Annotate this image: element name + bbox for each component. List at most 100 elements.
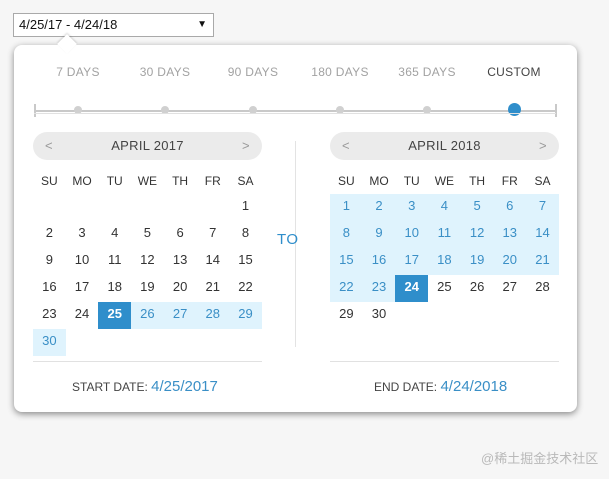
weekday-header: WE xyxy=(137,174,158,188)
day-cell[interactable]: 4 xyxy=(98,221,131,248)
day-cell[interactable]: 27 xyxy=(493,275,526,302)
day-cell[interactable]: 5 xyxy=(460,194,494,221)
weekday-header: SU xyxy=(41,174,58,188)
day-cell[interactable]: 12 xyxy=(460,221,494,248)
day-cell[interactable]: 22 xyxy=(330,275,363,302)
slider-handle-custom[interactable] xyxy=(507,103,521,116)
day-cell[interactable]: 21 xyxy=(526,248,559,275)
day-cell[interactable]: 25 xyxy=(98,302,132,329)
day-cell[interactable]: 15 xyxy=(330,248,363,275)
day-cell[interactable]: 29 xyxy=(229,302,262,329)
day-cell[interactable]: 23 xyxy=(33,302,66,329)
day-cell[interactable]: 22 xyxy=(229,275,262,302)
footer-divider xyxy=(330,361,559,362)
day-cell[interactable]: 17 xyxy=(66,275,99,302)
day-cell[interactable]: 2 xyxy=(362,194,396,221)
day-cell[interactable]: 25 xyxy=(428,275,461,302)
preset-365-days[interactable]: 365 DAYS xyxy=(387,65,467,79)
preset-180-days[interactable]: 180 DAYS xyxy=(300,65,380,79)
popup-caret xyxy=(57,34,77,54)
day-cell[interactable]: 10 xyxy=(395,221,429,248)
prev-month-icon[interactable]: < xyxy=(37,132,61,160)
weekday-header: FR xyxy=(204,174,221,188)
weekday-header: FR xyxy=(501,174,518,188)
day-cell[interactable]: 4 xyxy=(428,194,461,221)
weekday-header: MO xyxy=(369,174,389,188)
day-cell[interactable]: 19 xyxy=(460,248,494,275)
end-date-value: 4/24/2018 xyxy=(440,378,508,395)
weekday-header: TU xyxy=(106,174,123,188)
day-cell[interactable]: 13 xyxy=(164,248,197,275)
next-month-icon[interactable]: > xyxy=(531,132,555,160)
to-label: TO xyxy=(277,231,299,248)
day-cell[interactable]: 6 xyxy=(164,221,197,248)
day-cell[interactable]: 26 xyxy=(461,275,494,302)
day-cell[interactable]: 28 xyxy=(196,302,230,329)
prev-month-icon[interactable]: < xyxy=(334,132,358,160)
empty-day-cell xyxy=(33,194,66,221)
weekday-header: MO xyxy=(72,174,92,188)
next-month-icon[interactable]: > xyxy=(234,132,258,160)
dropdown-arrow-icon[interactable]: ▼ xyxy=(197,14,207,36)
day-cell[interactable]: 2 xyxy=(33,221,66,248)
day-cell[interactable]: 11 xyxy=(428,221,461,248)
day-cell[interactable]: 7 xyxy=(526,194,559,221)
day-cell[interactable]: 12 xyxy=(131,248,164,275)
day-cell[interactable]: 30 xyxy=(33,329,66,356)
end-calendar: < APRIL 2018 > SU MO TU WE TH FR SA 1 2 3 4 5 6 7 8 9 10… xyxy=(330,132,559,329)
day-cell[interactable]: 8 xyxy=(330,221,363,248)
day-cell[interactable]: 26 xyxy=(131,302,164,329)
day-cell[interactable]: 29 xyxy=(330,302,363,329)
day-cell[interactable]: 24 xyxy=(395,275,429,302)
day-cell[interactable]: 28 xyxy=(526,275,559,302)
day-cell[interactable]: 30 xyxy=(363,302,396,329)
day-cell[interactable]: 14 xyxy=(196,248,229,275)
empty-day-cell xyxy=(131,194,164,221)
preset-90-days[interactable]: 90 DAYS xyxy=(213,65,293,79)
day-cell[interactable]: 1 xyxy=(229,194,262,221)
weekday-header: TU xyxy=(403,174,420,188)
empty-day-cell xyxy=(164,194,197,221)
day-cell[interactable]: 15 xyxy=(229,248,262,275)
day-cell[interactable]: 20 xyxy=(493,248,527,275)
calendar-header: < APRIL 2017 > xyxy=(33,132,262,160)
day-cell[interactable]: 16 xyxy=(33,275,66,302)
day-cell[interactable]: 3 xyxy=(395,194,429,221)
weekday-header: SU xyxy=(338,174,355,188)
day-cell[interactable]: 8 xyxy=(229,221,262,248)
day-cell[interactable]: 14 xyxy=(526,221,559,248)
day-cell[interactable]: 18 xyxy=(428,248,461,275)
day-cell[interactable]: 10 xyxy=(66,248,99,275)
weekday-header: SA xyxy=(237,174,254,188)
start-calendar: < APRIL 2017 > SU MO TU WE TH FR SA 1 2 3 4 5 6 7 8 9 10… xyxy=(33,132,262,356)
day-cell[interactable]: 13 xyxy=(493,221,527,248)
day-cell[interactable]: 16 xyxy=(362,248,396,275)
day-cell[interactable]: 6 xyxy=(493,194,527,221)
preset-7-days[interactable]: 7 DAYS xyxy=(38,65,118,79)
day-cell[interactable]: 9 xyxy=(33,248,66,275)
day-cell[interactable]: 19 xyxy=(131,275,164,302)
empty-day-cell xyxy=(98,194,131,221)
day-cell[interactable]: 9 xyxy=(362,221,396,248)
day-cell[interactable]: 23 xyxy=(362,275,396,302)
day-cell[interactable]: 27 xyxy=(163,302,197,329)
preset-30-days[interactable]: 30 DAYS xyxy=(125,65,205,79)
date-range-popup: 7 DAYS 30 DAYS 90 DAYS 180 DAYS 365 DAYS… xyxy=(14,34,577,412)
day-cell[interactable]: 5 xyxy=(131,221,164,248)
end-date-display: END DATE: 4/24/2018 xyxy=(374,378,507,395)
watermark: @稀土掘金技术社区 xyxy=(481,451,599,466)
day-cell[interactable]: 20 xyxy=(164,275,197,302)
date-range-select[interactable]: 4/25/17 - 4/24/18 ▼ xyxy=(13,13,214,37)
day-cell[interactable]: 24 xyxy=(66,302,99,329)
start-date-display: START DATE: 4/25/2017 xyxy=(72,378,218,395)
day-cell[interactable]: 17 xyxy=(395,248,429,275)
preset-custom[interactable]: CUSTOM xyxy=(474,65,554,79)
day-cell[interactable]: 11 xyxy=(98,248,131,275)
slider-track[interactable] xyxy=(34,110,556,112)
day-cell[interactable]: 18 xyxy=(98,275,131,302)
day-cell[interactable]: 7 xyxy=(196,221,229,248)
day-cell[interactable]: 21 xyxy=(196,275,229,302)
weekday-header: SA xyxy=(534,174,551,188)
day-cell[interactable]: 1 xyxy=(330,194,363,221)
day-cell[interactable]: 3 xyxy=(66,221,99,248)
